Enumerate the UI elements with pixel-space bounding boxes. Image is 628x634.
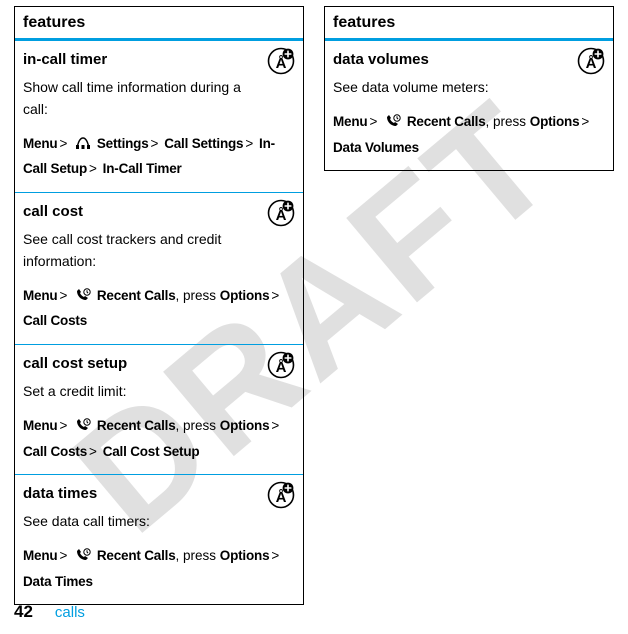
path-segment: Menu	[23, 548, 57, 563]
feature-description: See data volume meters:	[333, 77, 605, 99]
table-header: features	[325, 7, 613, 41]
path-segment: Menu	[23, 136, 57, 151]
settings-icon	[74, 136, 92, 150]
path-segment: Call Settings	[164, 136, 243, 151]
antenna-plus-icon: Å	[267, 481, 295, 509]
path-separator: >	[245, 136, 253, 151]
path-separator: >	[59, 548, 67, 563]
path-separator: >	[59, 418, 67, 433]
path-segment: Options	[530, 114, 580, 129]
menu-path: Menu> Recent Calls, press Options> Data …	[333, 109, 605, 160]
path-separator: >	[271, 418, 279, 433]
table-header: features	[15, 7, 303, 41]
recent-calls-icon	[74, 288, 92, 302]
path-segment: Options	[220, 288, 270, 303]
path-separator: >	[271, 288, 279, 303]
antenna-plus-icon: Å	[267, 47, 295, 75]
antenna-plus-icon: Å	[577, 47, 605, 75]
menu-path: Menu> Settings> Call Settings> In-Call S…	[23, 131, 295, 182]
path-segment: Recent Calls	[97, 548, 176, 563]
path-separator: >	[151, 136, 159, 151]
feature-cell: Ådata volumes See data volume meters: Menu…	[325, 41, 613, 170]
menu-path: Menu> Recent Calls, press Options> Data …	[23, 543, 295, 594]
path-segment: Menu	[23, 288, 57, 303]
antenna-plus-icon: Å	[267, 351, 295, 379]
feature-description: See call cost trackers and credit inform…	[23, 229, 295, 272]
page-content: features Åin-call timer Show call time in…	[0, 0, 628, 605]
feature-description: Show call time information during a call…	[23, 77, 295, 120]
path-segment: In-Call Timer	[103, 161, 182, 176]
path-separator: >	[59, 288, 67, 303]
left-table: features Åin-call timer Show call time in…	[14, 6, 304, 605]
path-separator: >	[271, 548, 279, 563]
menu-path: Menu> Recent Calls, press Options> Call …	[23, 283, 295, 334]
antenna-plus-icon: Å	[267, 199, 295, 227]
feature-description: Set a credit limit:	[23, 381, 295, 403]
feature-cell: Åcall cost See call cost trackers and cre…	[15, 193, 303, 345]
right-table: features Ådata volumes See data volume me…	[324, 6, 614, 171]
feature-cell: Åin-call timer Show call time information…	[15, 41, 303, 193]
path-text: , press	[176, 288, 220, 303]
path-separator: >	[581, 114, 589, 129]
feature-title: data volumes	[333, 48, 605, 71]
path-segment: Recent Calls	[97, 288, 176, 303]
path-text: , press	[486, 114, 530, 129]
recent-calls-icon	[74, 548, 92, 562]
recent-calls-icon	[74, 418, 92, 432]
path-text: , press	[176, 418, 220, 433]
feature-description: See data call timers:	[23, 511, 295, 533]
feature-cell: Ådata timesSee data call timers:Menu> Re…	[15, 475, 303, 604]
path-separator: >	[59, 136, 67, 151]
feature-title: call cost setup	[23, 352, 295, 375]
path-segment: Call Costs	[23, 444, 87, 459]
path-separator: >	[89, 444, 97, 459]
path-segment: Data Volumes	[333, 140, 419, 155]
feature-cell: Åcall cost setupSet a credit limit:Menu>…	[15, 345, 303, 475]
path-text: , press	[176, 548, 220, 563]
path-segment: Recent Calls	[97, 418, 176, 433]
recent-calls-icon	[384, 114, 402, 128]
path-separator: >	[89, 161, 97, 176]
feature-title: data times	[23, 482, 295, 505]
path-separator: >	[369, 114, 377, 129]
path-segment: Data Times	[23, 574, 93, 589]
path-segment: Settings	[97, 136, 149, 151]
path-segment: Options	[220, 548, 270, 563]
feature-title: call cost	[23, 200, 295, 223]
section-label: calls	[55, 604, 85, 621]
path-segment: Recent Calls	[407, 114, 486, 129]
path-segment: Call Cost Setup	[103, 444, 200, 459]
path-segment: Menu	[23, 418, 57, 433]
feature-title: in-call timer	[23, 48, 295, 71]
path-segment: Options	[220, 418, 270, 433]
menu-path: Menu> Recent Calls, press Options> Call …	[23, 413, 295, 464]
path-segment: Menu	[333, 114, 367, 129]
path-segment: Call Costs	[23, 313, 87, 328]
